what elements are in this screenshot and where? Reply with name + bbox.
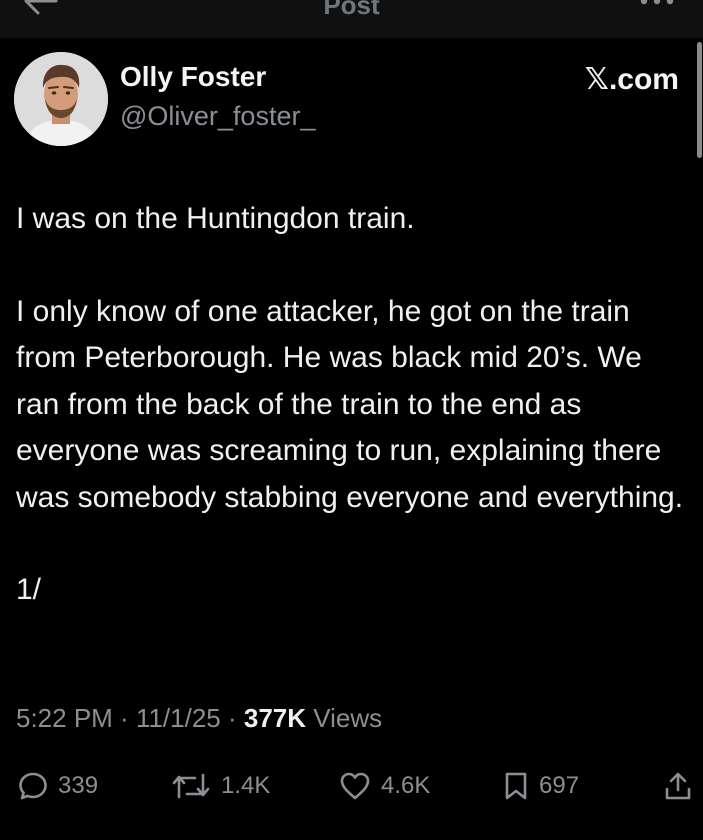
scrollbar[interactable] [697, 42, 702, 158]
author-handle[interactable]: @Oliver_foster_ [120, 101, 315, 132]
repost-icon [172, 773, 210, 799]
like-count: 4.6K [381, 772, 431, 799]
meta-separator: · [220, 703, 244, 733]
avatar[interactable] [14, 52, 108, 146]
share-button[interactable] [664, 766, 692, 806]
views-count: 377K [243, 703, 307, 733]
post-paragraph: I only know of one attacker, he got on t… [16, 294, 684, 514]
repost-button[interactable]: 1.4K [171, 766, 270, 806]
author-display-name[interactable]: Olly Foster [120, 61, 266, 93]
repost-count: 1.4K [221, 772, 271, 799]
reply-button[interactable]: 339 [18, 766, 98, 806]
post-date[interactable]: 11/1/25 [136, 703, 221, 733]
like-icon [340, 772, 370, 800]
views-label: Views [313, 703, 383, 733]
post-paragraph: I was on the Huntingdon train. [16, 202, 415, 235]
share-icon [665, 772, 691, 800]
header-title: Post [323, 0, 380, 20]
reply-icon [19, 772, 47, 800]
meta-separator: · [112, 703, 136, 733]
more-icon[interactable] [638, 0, 676, 8]
bookmark-button[interactable]: 697 [503, 766, 579, 806]
bookmark-icon [505, 772, 527, 800]
bookmark-count: 697 [539, 772, 580, 799]
post-meta: 5:22 PM · 11/1/25 · 377K Views [16, 703, 382, 734]
like-button[interactable]: 4.6K [339, 766, 430, 806]
source-label: 𝕏.com [584, 63, 679, 96]
post-time[interactable]: 5:22 PM [16, 703, 113, 733]
post-paragraph: 1/ [16, 573, 42, 606]
top-bar: Post [0, 0, 703, 38]
post-text: I was on the Huntingdon train. I only kn… [16, 196, 686, 614]
avatar-photo [14, 52, 108, 146]
reply-count: 339 [58, 772, 99, 799]
